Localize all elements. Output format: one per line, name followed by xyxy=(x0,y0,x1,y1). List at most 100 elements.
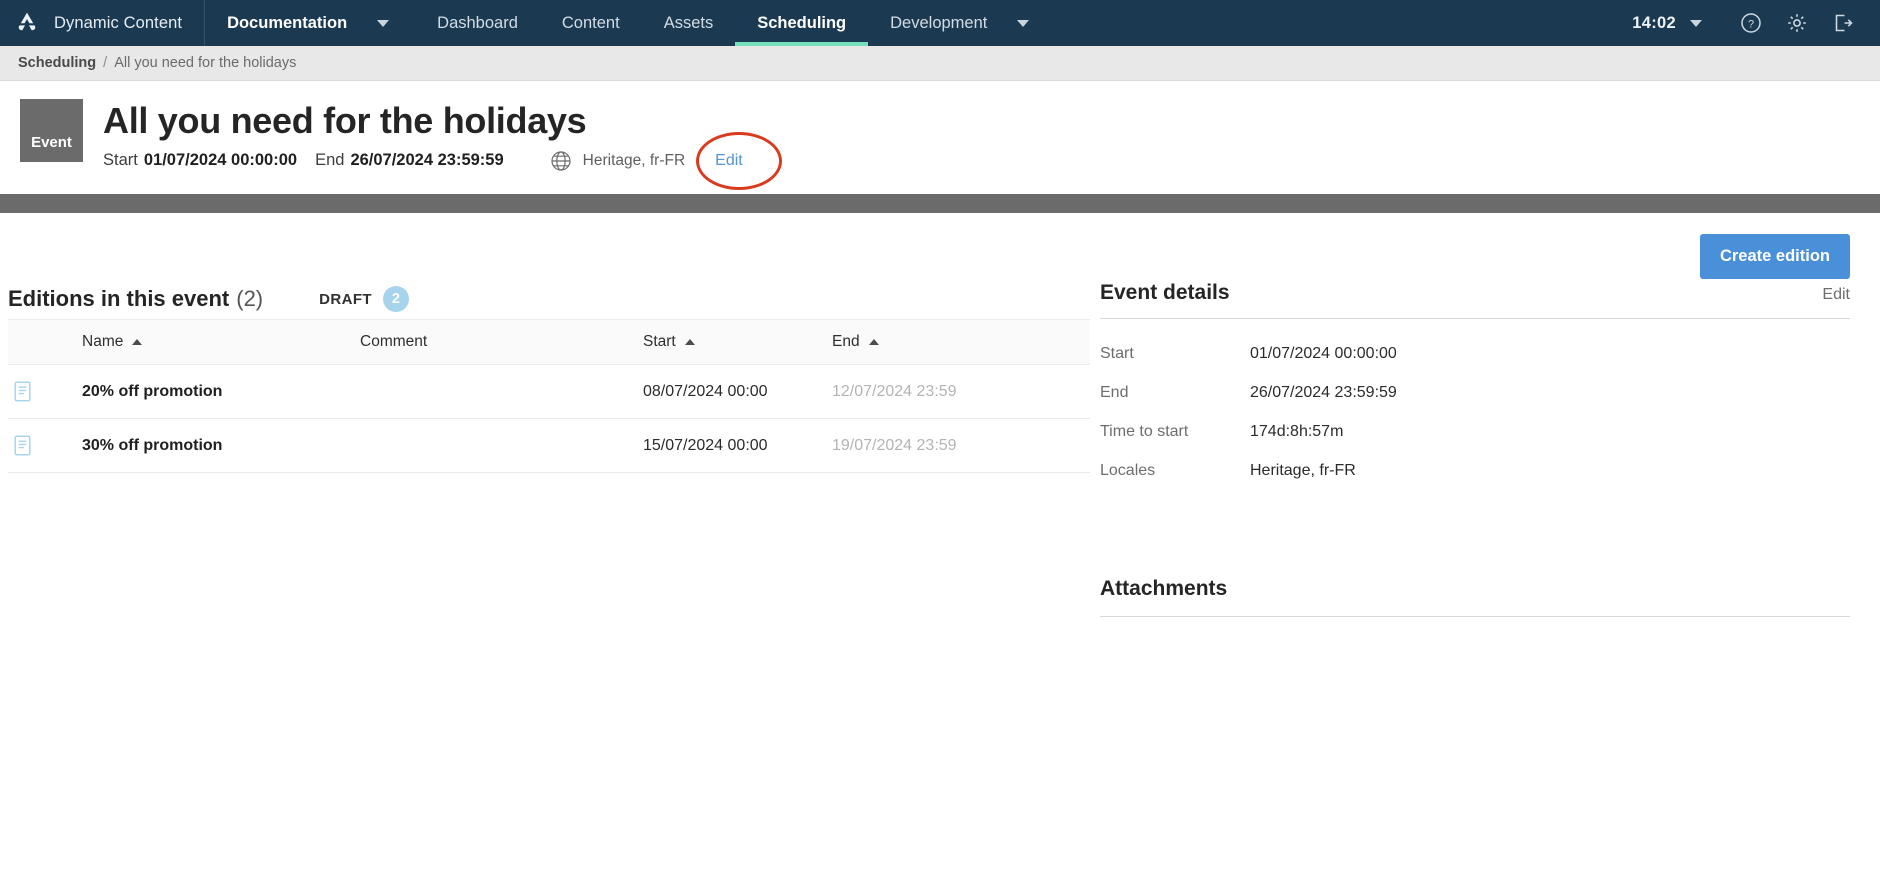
column-header-comment[interactable]: Comment xyxy=(360,320,643,365)
editions-section-header: Editions in this event (2) DRAFT 2 xyxy=(0,279,1100,319)
column-label-start: Start xyxy=(643,333,676,350)
top-navigation-bar: Dynamic Content Documentation Dashboard … xyxy=(0,0,1880,46)
breadcrumb: Scheduling / All you need for the holida… xyxy=(0,46,1880,81)
header-edit-wrapper: Edit xyxy=(696,131,783,190)
event-badge-label: Event xyxy=(31,134,72,151)
column-label-end: End xyxy=(832,333,860,350)
breadcrumb-root-link[interactable]: Scheduling xyxy=(18,55,96,71)
row-name: 30% off promotion xyxy=(82,436,223,454)
detail-key-end: End xyxy=(1100,384,1129,401)
sort-ascending-icon-start[interactable] xyxy=(684,339,695,345)
event-details-header: Event details Edit xyxy=(1100,279,1850,305)
start-label: Start xyxy=(103,151,138,170)
detail-value-time-to-start: 174d:8h:57m xyxy=(1250,423,1344,440)
table-row[interactable]: 20% off promotion 08/07/2024 00:00 12/07… xyxy=(8,365,1090,419)
event-schedule-meta: Start 01/07/2024 00:00:00 End 26/07/2024… xyxy=(103,131,783,190)
editions-title: Editions in this event xyxy=(8,286,230,311)
column-header-end[interactable]: End xyxy=(832,320,1090,365)
column-label-name: Name xyxy=(82,333,124,350)
column-label-comment: Comment xyxy=(360,333,428,350)
sort-ascending-icon-end[interactable] xyxy=(868,339,879,345)
editions-table: Name Comment Start End 20% off promotion… xyxy=(8,319,1090,473)
locale-value: Heritage, fr-FR xyxy=(582,151,686,169)
start-value: 01/07/2024 00:00:00 xyxy=(143,151,298,170)
edition-document-icon xyxy=(8,381,82,402)
event-details-title: Event details xyxy=(1100,281,1230,304)
section-divider-bar xyxy=(0,194,1880,213)
page-header: Event All you need for the holidays Star… xyxy=(0,81,1880,194)
edition-document-icon xyxy=(8,435,82,456)
brand-title: Dynamic Content xyxy=(54,13,183,32)
nav-label-documentation: Documentation xyxy=(227,13,348,32)
attachments-rule xyxy=(1100,616,1850,617)
content-area: Editions in this event (2) DRAFT 2 Name xyxy=(0,279,1880,617)
nav-label-development: Development xyxy=(890,13,988,32)
detail-value-locales: Heritage, fr-FR xyxy=(1250,462,1356,479)
column-header-icon xyxy=(8,320,82,365)
breadcrumb-current: All you need for the holidays xyxy=(114,55,297,71)
amplience-logo-icon xyxy=(14,10,40,36)
create-edition-button[interactable]: Create edition xyxy=(1699,234,1850,279)
table-row[interactable]: 30% off promotion 15/07/2024 00:00 19/07… xyxy=(8,419,1090,473)
locale-group: Heritage, fr-FR Edit xyxy=(550,131,783,190)
detail-value-start: 01/07/2024 00:00:00 xyxy=(1250,345,1397,362)
row-icon-cell xyxy=(8,365,82,419)
attachments-title: Attachments xyxy=(1100,577,1228,600)
locale-edit-link[interactable]: Edit xyxy=(715,152,743,170)
clock-chevron-down-icon[interactable] xyxy=(1682,0,1728,46)
detail-value-end: 26/07/2024 23:59:59 xyxy=(1250,384,1397,401)
editions-count: (2) xyxy=(236,286,264,311)
content-toolbar: Create edition xyxy=(0,213,1880,279)
draft-filter-group[interactable]: DRAFT 2 xyxy=(319,286,409,312)
nav-development-chevron-down-icon[interactable] xyxy=(1009,0,1055,46)
nav-item-documentation[interactable]: Documentation xyxy=(205,0,369,46)
nav-item-scheduling[interactable]: Scheduling xyxy=(735,0,869,46)
logout-icon[interactable] xyxy=(1820,0,1866,46)
nav-label-content: Content xyxy=(561,13,620,32)
detail-key-locales: Locales xyxy=(1100,462,1156,479)
nav-item-dashboard[interactable]: Dashboard xyxy=(415,0,540,46)
help-circle-icon[interactable]: ? xyxy=(1728,0,1774,46)
editions-table-head: Name Comment Start End xyxy=(8,319,1090,365)
draft-label: DRAFT xyxy=(319,290,372,308)
event-type-badge: Event xyxy=(20,99,83,162)
detail-row-time-to-start: Time to start 174d:8h:57m xyxy=(1100,423,1850,441)
sort-ascending-icon-name[interactable] xyxy=(132,339,143,345)
detail-key-start: Start xyxy=(1100,345,1134,362)
nav-label-assets: Assets xyxy=(663,13,714,32)
row-start: 15/07/2024 00:00 xyxy=(643,436,768,454)
gear-icon[interactable] xyxy=(1774,0,1820,46)
brand-home-link[interactable]: Dynamic Content xyxy=(0,0,206,46)
event-details-panel: Event details Edit Start 01/07/2024 00:0… xyxy=(1100,279,1880,617)
column-header-name[interactable]: Name xyxy=(82,320,360,365)
nav-documentation-chevron-down-icon[interactable] xyxy=(369,0,415,46)
end-label: End xyxy=(315,151,345,170)
editions-column: Editions in this event (2) DRAFT 2 Name xyxy=(0,279,1100,617)
row-end: 19/07/2024 23:59 xyxy=(832,436,957,454)
nav-label-scheduling: Scheduling xyxy=(757,13,847,32)
nav-item-content[interactable]: Content xyxy=(540,0,642,46)
row-comment xyxy=(360,365,643,419)
nav-label-dashboard: Dashboard xyxy=(437,13,518,32)
row-name: 20% off promotion xyxy=(82,382,223,400)
nav-item-development[interactable]: Development xyxy=(868,0,1009,46)
svg-text:?: ? xyxy=(1748,19,1754,31)
draft-count-badge: 2 xyxy=(382,286,409,312)
breadcrumb-separator: / xyxy=(103,55,108,71)
column-header-start[interactable]: Start xyxy=(643,320,832,365)
event-details-list: Start 01/07/2024 00:00:00 End 26/07/2024… xyxy=(1100,345,1850,480)
nav-item-assets[interactable]: Assets xyxy=(642,0,736,46)
editions-table-body: 20% off promotion 08/07/2024 00:00 12/07… xyxy=(8,365,1090,473)
clock-display: 14:02 xyxy=(1632,13,1676,32)
detail-row-start: Start 01/07/2024 00:00:00 xyxy=(1100,345,1850,363)
detail-row-end: End 26/07/2024 23:59:59 xyxy=(1100,384,1850,402)
row-start: 08/07/2024 00:00 xyxy=(643,382,768,400)
detail-row-locales: Locales Heritage, fr-FR xyxy=(1100,462,1850,480)
page-title: All you need for the holidays xyxy=(103,100,587,141)
row-comment xyxy=(360,419,643,473)
event-details-edit-link[interactable]: Edit xyxy=(1822,286,1850,304)
end-value: 26/07/2024 23:59:59 xyxy=(350,151,504,170)
row-icon-cell xyxy=(8,419,82,473)
globe-icon xyxy=(550,150,572,172)
nav-utility-group: 14:02 ? xyxy=(1622,0,1880,46)
